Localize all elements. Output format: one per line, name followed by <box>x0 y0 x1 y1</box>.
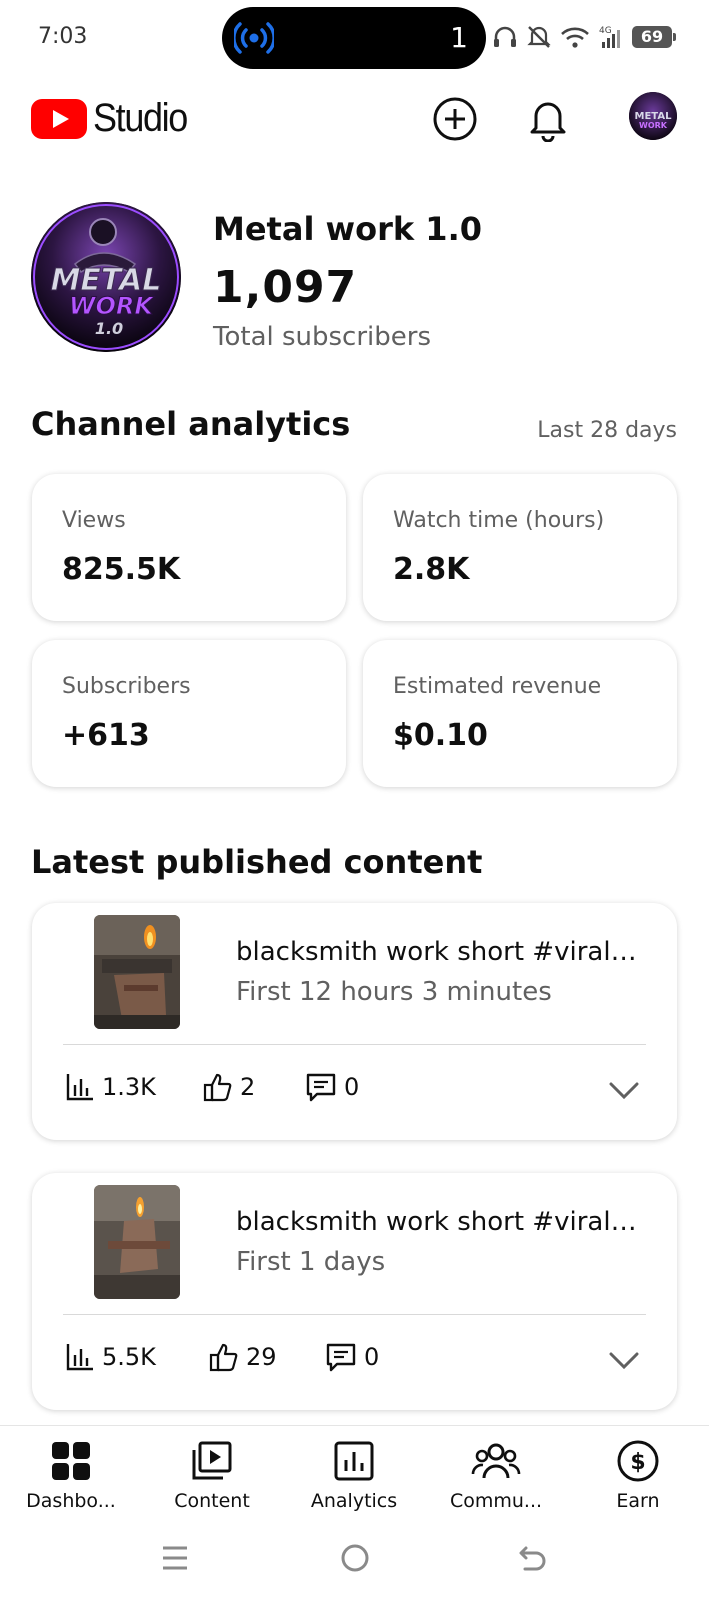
svg-text:4G: 4G <box>599 26 612 36</box>
cell-signal-icon: 4G <box>599 26 620 48</box>
analytics-period[interactable]: Last 28 days <box>537 418 677 443</box>
bell-muted-icon <box>527 26 551 48</box>
analytics-title: Channel analytics <box>31 405 351 443</box>
svg-text:WORK: WORK <box>69 292 155 320</box>
nav-label: Analytics <box>310 1490 398 1512</box>
system-navigation-bar <box>0 1525 709 1600</box>
video-thumbnail[interactable] <box>94 915 180 1029</box>
comments-count: 0 <box>364 1343 380 1371</box>
create-button[interactable] <box>430 94 480 144</box>
dynamic-island[interactable]: 1 <box>222 7 486 69</box>
comments-count: 0 <box>344 1073 360 1101</box>
svg-text:1.0: 1.0 <box>95 319 123 338</box>
channel-avatar[interactable]: METAL WORK 1.0 <box>31 202 181 352</box>
back-icon[interactable] <box>517 1542 549 1574</box>
nav-analytics[interactable]: Analytics <box>294 1438 414 1512</box>
video-title[interactable]: blacksmith work short #viral #shorts #yo… <box>236 937 641 967</box>
video-title[interactable]: blacksmith work short #viral #shorts #yo… <box>236 1207 641 1237</box>
stat-card-watch-time[interactable]: Watch time (hours) 2.8K <box>363 474 677 621</box>
stat-card-revenue[interactable]: Estimated revenue $0.10 <box>363 640 677 787</box>
stat-card-subscribers[interactable]: Subscribers +613 <box>32 640 346 787</box>
views-metric: 1.3K <box>64 1071 156 1103</box>
bell-icon <box>530 102 566 142</box>
menu-icon[interactable] <box>160 1543 190 1573</box>
subscriber-count: 1,097 <box>213 262 358 313</box>
views-count: 1.3K <box>102 1073 156 1101</box>
content-icon <box>192 1441 232 1480</box>
comment-icon <box>306 1073 336 1102</box>
stat-value: $0.10 <box>393 718 488 753</box>
latest-content-title: Latest published content <box>31 843 483 881</box>
nav-content[interactable]: Content <box>152 1438 272 1512</box>
broadcast-icon <box>234 22 274 54</box>
views-metric: 5.5K <box>64 1341 156 1373</box>
stat-label: Estimated revenue <box>393 674 602 699</box>
earn-icon: $ <box>617 1440 659 1482</box>
comments-metric: 0 <box>324 1341 379 1373</box>
status-bar: 7:03 1 4G 69 <box>0 0 709 78</box>
chevron-down-icon[interactable] <box>607 1073 641 1107</box>
notifications-button[interactable] <box>523 94 573 144</box>
svg-text:WORK: WORK <box>639 121 668 130</box>
nav-label: Earn <box>616 1490 660 1512</box>
account-avatar[interactable]: METAL WORK <box>629 92 677 140</box>
video-subtitle: First 12 hours 3 minutes <box>236 977 552 1007</box>
nav-community[interactable]: Commu... <box>436 1438 556 1512</box>
video-subtitle: First 1 days <box>236 1247 386 1277</box>
stat-value: 2.8K <box>393 552 470 587</box>
nav-label: Content <box>174 1490 250 1512</box>
divider <box>63 1044 646 1045</box>
likes-count: 2 <box>240 1073 256 1101</box>
youtube-play-icon <box>31 98 87 139</box>
nav-label: Dashbo... <box>26 1490 116 1512</box>
home-icon[interactable] <box>339 1542 371 1574</box>
thumbs-up-icon <box>203 1073 232 1102</box>
stat-label: Views <box>62 508 126 533</box>
community-icon <box>471 1443 521 1479</box>
bar-chart-icon <box>66 1344 93 1371</box>
studio-logo[interactable]: Studio <box>31 96 197 141</box>
likes-count: 29 <box>246 1343 277 1371</box>
battery-indicator: 69 <box>632 26 676 48</box>
dashboard-icon <box>52 1442 90 1480</box>
analytics-icon <box>334 1441 374 1481</box>
views-count: 5.5K <box>102 1343 156 1371</box>
video-thumbnail[interactable] <box>94 1185 180 1299</box>
headphones-icon <box>494 26 516 47</box>
video-card[interactable]: blacksmith work short #viral #shorts #yo… <box>32 1173 677 1410</box>
thumbs-up-icon <box>209 1343 238 1372</box>
status-time: 7:03 <box>38 24 88 49</box>
svg-text:$: $ <box>630 1450 645 1475</box>
comments-metric: 0 <box>304 1071 359 1103</box>
nav-label: Commu... <box>449 1490 543 1512</box>
add-circle-icon <box>433 97 477 141</box>
wifi-icon <box>561 27 589 48</box>
divider <box>63 1314 646 1315</box>
channel-name: Metal work 1.0 <box>213 210 482 248</box>
bar-chart-icon <box>66 1074 93 1101</box>
stat-label: Watch time (hours) <box>393 508 605 533</box>
stat-value: +613 <box>62 718 150 753</box>
stat-label: Subscribers <box>62 674 191 699</box>
chevron-down-icon[interactable] <box>607 1343 641 1377</box>
stat-value: 825.5K <box>62 552 181 587</box>
stat-card-views[interactable]: Views 825.5K <box>32 474 346 621</box>
likes-metric: 29 <box>208 1341 277 1373</box>
status-icons: 4G 69 <box>492 22 676 52</box>
bottom-navigation: Dashbo... Content Analytics Commu... $ E… <box>0 1425 709 1525</box>
brand-text: Studio <box>93 96 188 140</box>
comment-icon <box>326 1343 356 1372</box>
nav-earn[interactable]: $ Earn <box>578 1438 698 1512</box>
nav-dashboard[interactable]: Dashbo... <box>11 1438 131 1512</box>
video-card[interactable]: blacksmith work short #viral #shorts #yo… <box>32 903 677 1140</box>
subscriber-label: Total subscribers <box>213 322 432 352</box>
app-header: Studio METAL WORK <box>0 80 709 160</box>
island-count: 1 <box>450 21 468 54</box>
likes-metric: 2 <box>202 1071 255 1103</box>
